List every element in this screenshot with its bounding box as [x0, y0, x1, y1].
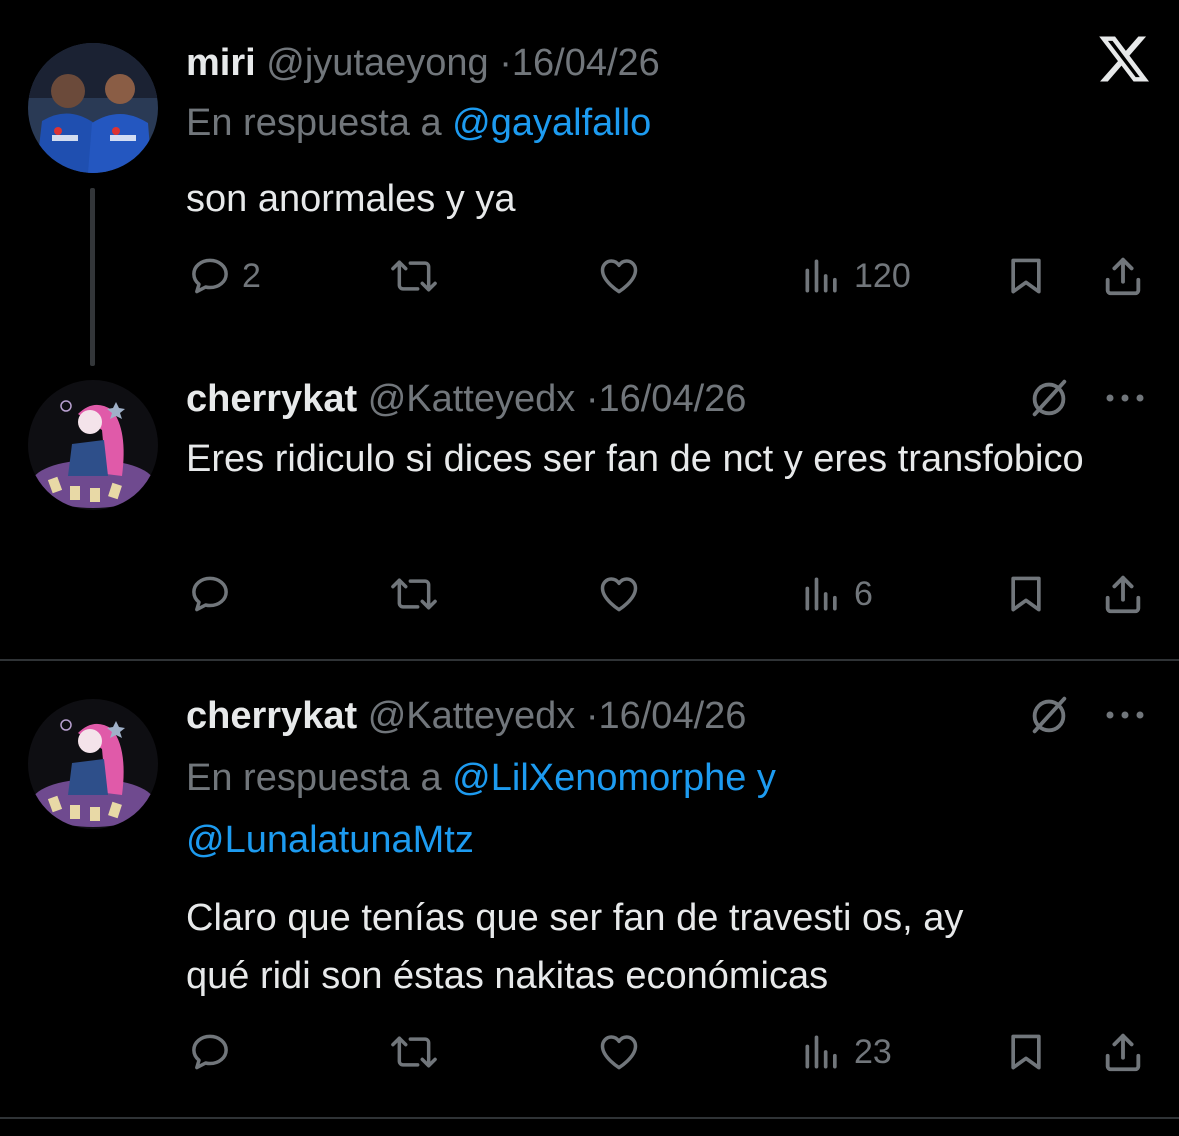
tweet-date[interactable]: 16/04/26	[598, 378, 746, 420]
tweet-text: Eres ridiculo si dices ser fan de nct y …	[186, 438, 1084, 480]
more-icon	[1104, 708, 1146, 726]
reply-button[interactable]: 2	[188, 246, 261, 306]
grok-button[interactable]	[1026, 687, 1072, 747]
repost-button[interactable]	[388, 564, 440, 624]
action-bar: 6	[0, 564, 1179, 624]
share-icon	[1100, 571, 1146, 617]
repost-icon	[388, 572, 440, 616]
tweet-text-line1: Claro que tenías que ser fan de travesti…	[186, 897, 964, 939]
comment-icon	[188, 572, 232, 616]
reply-prefix: En respuesta a	[186, 757, 442, 799]
reply-context: En respuesta a @gayalfallo	[186, 92, 651, 154]
like-button[interactable]	[596, 246, 642, 306]
comment-icon	[188, 254, 232, 298]
more-icon	[1104, 391, 1146, 409]
heart-icon	[596, 1030, 642, 1074]
bookmark-icon	[1004, 1030, 1048, 1074]
separator-dot: ·	[585, 695, 599, 737]
repost-icon	[388, 1030, 440, 1074]
avatar[interactable]	[28, 699, 158, 829]
share-button[interactable]	[1100, 246, 1146, 306]
tweet-2[interactable]: cherrykat @Katteyedx ·16/04/26 Eres ridi…	[0, 368, 1179, 660]
separator-dot: ·	[499, 42, 512, 84]
reply-mention[interactable]: @LunalatunaMtz	[186, 819, 474, 861]
grok-button[interactable]	[1026, 370, 1072, 430]
reply-context: En respuesta a @LilXenomorphe y	[186, 747, 776, 809]
tweet-header: cherrykat @Katteyedx ·16/04/26	[186, 693, 746, 739]
tweet-date[interactable]: 16/04/26	[512, 42, 660, 84]
tweet-date[interactable]: 16/04/26	[598, 695, 746, 737]
display-name[interactable]: miri	[186, 42, 256, 84]
like-button[interactable]	[596, 564, 642, 624]
views-chart-icon	[800, 254, 844, 298]
grok-icon	[1026, 375, 1072, 426]
action-bar: 2 120	[0, 246, 1179, 306]
user-handle[interactable]: @jyutaeyong	[266, 42, 488, 84]
repost-button[interactable]	[388, 246, 440, 306]
views-button[interactable]: 6	[800, 564, 873, 624]
reply-button[interactable]	[188, 1022, 242, 1082]
x-logo-icon[interactable]	[1099, 34, 1149, 89]
more-button[interactable]	[1104, 370, 1146, 430]
tweet-3[interactable]: cherrykat @Katteyedx ·16/04/26 En respue…	[0, 661, 1179, 1116]
tweet-text-line2: qué ridi son éstas nakitas económicas	[186, 955, 829, 997]
share-icon	[1100, 253, 1146, 299]
display-name[interactable]: cherrykat	[186, 378, 357, 420]
user-handle[interactable]: @Katteyedx	[368, 695, 576, 737]
share-button[interactable]	[1100, 564, 1146, 624]
bookmark-button[interactable]	[1004, 564, 1048, 624]
views-chart-icon	[800, 572, 844, 616]
like-button[interactable]	[596, 1022, 642, 1082]
grok-icon	[1026, 692, 1072, 743]
more-button[interactable]	[1104, 687, 1146, 747]
reply-mention[interactable]: @LilXenomorphe y	[452, 757, 776, 799]
repost-button[interactable]	[388, 1022, 440, 1082]
views-button[interactable]: 23	[800, 1022, 892, 1082]
divider	[0, 1117, 1179, 1119]
display-name[interactable]: cherrykat	[186, 695, 357, 737]
views-chart-icon	[800, 1030, 844, 1074]
view-count: 120	[854, 256, 911, 295]
views-button[interactable]: 120	[800, 246, 911, 306]
tweet-header: cherrykat @Katteyedx ·16/04/26	[186, 376, 746, 422]
tweet-header: miri @jyutaeyong ·16/04/26	[186, 40, 660, 86]
bookmark-button[interactable]	[1004, 1022, 1048, 1082]
share-button[interactable]	[1100, 1022, 1146, 1082]
reply-count: 2	[242, 256, 261, 295]
view-count: 6	[854, 574, 873, 613]
view-count: 23	[854, 1032, 892, 1071]
bookmark-icon	[1004, 572, 1048, 616]
bookmark-button[interactable]	[1004, 246, 1048, 306]
share-icon	[1100, 1029, 1146, 1075]
heart-icon	[596, 254, 642, 298]
reply-mention[interactable]: @gayalfallo	[452, 102, 651, 144]
comment-icon	[188, 1030, 232, 1074]
heart-icon	[596, 572, 642, 616]
separator-dot: ·	[585, 378, 599, 420]
reply-context-line2: @LunalatunaMtz	[186, 809, 474, 871]
repost-icon	[388, 254, 440, 298]
avatar[interactable]	[28, 43, 158, 173]
reply-prefix: En respuesta a	[186, 102, 442, 144]
reply-button[interactable]	[188, 564, 242, 624]
action-bar: 23	[0, 1022, 1179, 1082]
avatar[interactable]	[28, 380, 158, 510]
tweet-1[interactable]: miri @jyutaeyong ·16/04/26 En respuesta …	[0, 0, 1179, 368]
user-handle[interactable]: @Katteyedx	[368, 378, 576, 420]
tweet-text: son anormales y ya	[186, 178, 516, 220]
bookmark-icon	[1004, 254, 1048, 298]
